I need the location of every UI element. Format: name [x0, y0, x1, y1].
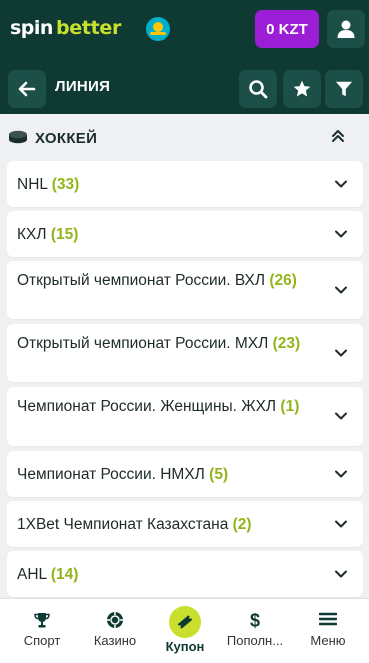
kazakhstan-flag-icon[interactable] — [146, 17, 170, 41]
league-label: NHL (33) — [17, 174, 323, 195]
league-item[interactable]: Чемпионат России. НМХЛ (5) — [7, 451, 363, 497]
nav-label: Спорт — [23, 633, 61, 648]
league-count: (33) — [51, 176, 80, 193]
nav-label: Меню — [310, 633, 346, 648]
chevron-down-icon — [335, 286, 347, 294]
profile-button[interactable] — [327, 10, 365, 48]
menu-icon — [319, 612, 337, 626]
league-name: AHL — [17, 566, 47, 583]
league-label: Чемпионат России. НМХЛ (5) — [17, 464, 323, 485]
hockey-puck-icon — [9, 130, 27, 144]
logo-text-spin: spin — [10, 17, 53, 39]
nav-casino[interactable]: Казино — [78, 599, 152, 663]
search-button[interactable] — [239, 70, 277, 108]
spinbetter-logo[interactable]: spin better — [10, 17, 121, 43]
league-name: Чемпионат России. НМХЛ — [17, 466, 205, 483]
ticket-icon — [177, 615, 193, 629]
nav-label: Казино — [93, 633, 137, 648]
chevron-down-icon — [335, 570, 347, 578]
user-icon — [337, 20, 355, 38]
dollar-icon: $ — [250, 611, 260, 629]
league-count: (1) — [280, 398, 300, 415]
league-item[interactable]: Чемпионат России. Женщины. ЖХЛ (1) — [7, 387, 363, 446]
league-name: Чемпионат России. Женщины. ЖХЛ — [17, 398, 277, 415]
balance-button[interactable]: 0 KZT — [255, 10, 319, 48]
league-label: КХЛ (15) — [17, 224, 323, 245]
back-button[interactable] — [8, 70, 46, 108]
search-icon — [249, 80, 268, 99]
league-count: (5) — [209, 466, 229, 483]
league-item[interactable]: Открытый чемпионат России. МХЛ (23) — [7, 324, 363, 382]
filter-icon — [335, 81, 353, 97]
league-count: (23) — [272, 335, 301, 352]
league-label: Открытый чемпионат России. МХЛ (23) — [17, 333, 323, 354]
league-item[interactable]: NHL (33) — [7, 161, 363, 207]
section-header: ЛИНИЯ — [0, 62, 369, 114]
filter-button[interactable] — [325, 70, 363, 108]
page-title: ЛИНИЯ — [55, 78, 111, 95]
trophy-icon — [34, 613, 50, 628]
league-name: NHL — [17, 176, 48, 193]
league-item[interactable]: Открытый чемпионат России. ВХЛ (26) — [7, 261, 363, 319]
nav-label: Пополн... — [226, 633, 284, 648]
top-header: spin better 0 KZT — [0, 0, 369, 62]
back-arrow-icon — [18, 81, 36, 97]
chevron-down-icon — [335, 230, 347, 238]
league-name: 1XBet Чемпионат Казахстана — [17, 516, 229, 533]
chevron-down-icon — [335, 412, 347, 420]
coupon-badge — [169, 606, 201, 638]
league-label: 1XBet Чемпионат Казахстана (2) — [17, 514, 323, 535]
league-count: (14) — [50, 566, 79, 583]
league-name: КХЛ — [17, 226, 47, 243]
chevron-down-icon — [335, 470, 347, 478]
nav-label: Купон — [165, 639, 205, 654]
bottom-navigation: Спорт Казино Купон $ Пополн... Меню — [0, 598, 369, 663]
chevron-down-icon — [335, 349, 347, 357]
sport-title: ХОККЕЙ — [35, 130, 98, 147]
svg-text:$: $ — [250, 611, 260, 629]
chevron-down-icon — [335, 520, 347, 528]
league-count: (2) — [232, 516, 252, 533]
logo-text-better: better — [55, 17, 122, 39]
league-count: (15) — [50, 226, 79, 243]
nav-menu[interactable]: Меню — [291, 599, 365, 663]
collapse-chevron-icon[interactable] — [330, 127, 346, 145]
nav-sport[interactable]: Спорт — [5, 599, 79, 663]
favorites-button[interactable] — [283, 70, 321, 108]
league-item[interactable]: КХЛ (15) — [7, 211, 363, 257]
league-count: (26) — [269, 272, 297, 289]
league-label: Открытый чемпионат России. ВХЛ (26) — [17, 270, 323, 291]
nav-coupon[interactable]: Купон — [148, 599, 222, 663]
league-item[interactable]: AHL (14) — [7, 551, 363, 597]
league-name: Открытый чемпионат России. ВХЛ — [17, 272, 266, 289]
league-name: Открытый чемпионат России. МХЛ — [17, 335, 269, 352]
league-label: Чемпионат России. Женщины. ЖХЛ (1) — [17, 396, 323, 417]
casino-chip-icon — [107, 612, 123, 628]
league-item[interactable]: 1XBet Чемпионат Казахстана (2) — [7, 501, 363, 547]
league-label: AHL (14) — [17, 564, 323, 585]
sport-section-header[interactable]: ХОККЕЙ — [0, 114, 369, 160]
nav-deposit[interactable]: $ Пополн... — [218, 599, 292, 663]
star-icon — [293, 80, 311, 97]
chevron-down-icon — [335, 180, 347, 188]
